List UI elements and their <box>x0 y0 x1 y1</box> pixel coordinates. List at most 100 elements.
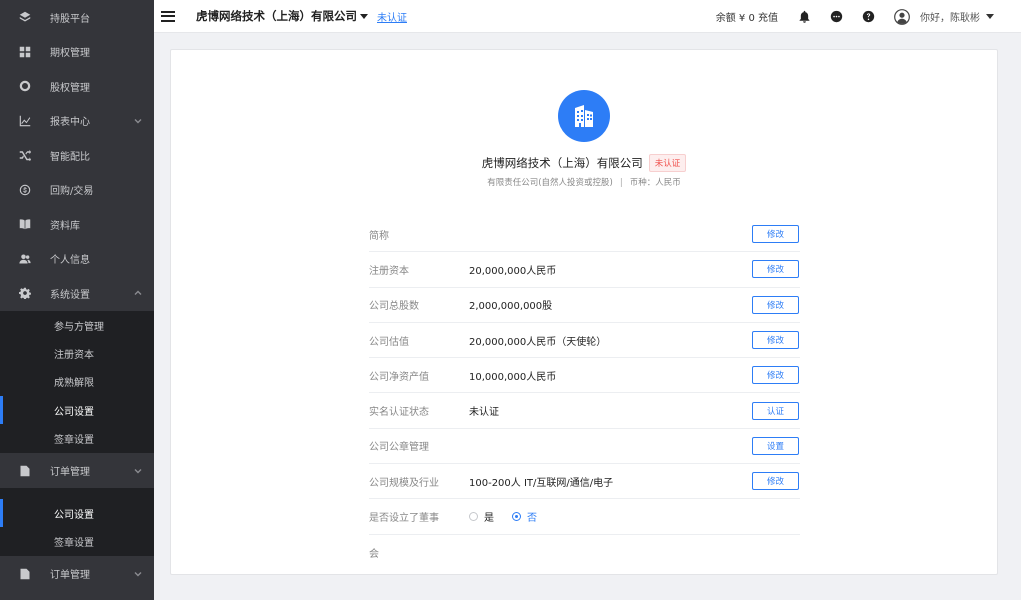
sidebar-item-orders[interactable]: 订单管理 <box>0 453 154 488</box>
users-icon <box>18 252 32 266</box>
submenu-item-vesting[interactable]: 成熟解限 <box>0 368 154 396</box>
submenu-item-registered-capital[interactable]: 注册资本 <box>0 340 154 368</box>
row-value: 20,000,000人民币（天使轮） <box>469 336 607 348</box>
help-icon[interactable] <box>862 10 875 23</box>
sidebar-item-reports[interactable]: 报表中心 <box>0 104 154 139</box>
row-label: 简称 <box>369 230 389 242</box>
row-scale-industry: 公司规模及行业 100-200人 IT/互联网/通信/电子 修改 <box>369 464 800 500</box>
row-label: 公司规模及行业 <box>369 477 439 489</box>
submenu-spacer <box>0 487 154 498</box>
row-short-name: 简称 修改 <box>369 217 800 253</box>
shuffle-icon <box>18 148 32 162</box>
radio-no-label[interactable]: 否 <box>527 509 537 524</box>
edit-registered-capital-button[interactable]: 修改 <box>752 260 799 279</box>
sidebar-item-label: 订单管理 <box>50 467 90 479</box>
orders-submenu: 公司设置 签章设置 <box>0 497 154 557</box>
edit-valuation-button[interactable]: 修改 <box>752 331 799 350</box>
row-label: 会 <box>369 548 379 560</box>
sidebar-item-equity[interactable]: 股权管理 <box>0 69 154 104</box>
row-value: 20,000,000人民币 <box>469 265 557 277</box>
row-seal-management: 公司公章管理 设置 <box>369 429 800 465</box>
chevron-down-icon <box>134 570 142 578</box>
balance-recharge[interactable]: 余额 ¥ 0 充值 <box>716 9 778 24</box>
chevron-up-icon <box>134 289 142 297</box>
submenu-item-company-settings[interactable]: 公司设置 <box>0 498 154 528</box>
sidebar-item-label: 股权管理 <box>50 82 90 94</box>
bell-icon[interactable] <box>798 10 811 23</box>
row-label: 公司估值 <box>369 336 409 348</box>
row-label: 实名认证状态 <box>369 407 429 419</box>
sidebar-item-label: 报表中心 <box>50 117 90 129</box>
sidebar-item-system-settings[interactable]: 系统设置 <box>0 276 154 311</box>
row-value: 未认证 <box>469 407 499 419</box>
company-switcher[interactable]: 虎博网络技术（上海）有限公司 <box>196 8 357 24</box>
row-net-assets: 公司净资产值 10,000,000人民币 修改 <box>369 358 800 394</box>
menu-icon[interactable] <box>161 10 175 22</box>
company-logo <box>558 90 610 142</box>
company-currency: 币种：人民币 <box>629 178 681 188</box>
meta-separator: | <box>619 178 623 188</box>
sidebar-item-label: 订单管理 <box>50 570 90 582</box>
submenu-item-company-settings[interactable]: 公司设置 <box>0 396 154 425</box>
radio-yes-label[interactable]: 是 <box>484 509 494 524</box>
top-bar: 虎博网络技术（上海）有限公司 未认证 余额 ¥ 0 充值 你好，陈耿彬 <box>154 0 1021 33</box>
sidebar-item-profile[interactable]: 个人信息 <box>0 242 154 277</box>
book-icon <box>18 217 32 231</box>
sidebar-item-orders-2[interactable]: 订单管理 <box>0 556 154 591</box>
verify-button[interactable]: 认证 <box>752 401 799 420</box>
building-icon <box>575 105 593 127</box>
document-icon <box>18 464 32 478</box>
caret-down-icon[interactable] <box>360 13 368 19</box>
radio-no[interactable] <box>512 512 521 522</box>
row-value: 100-200人 IT/互联网/通信/电子 <box>469 477 614 489</box>
sidebar-item-options[interactable]: 期权管理 <box>0 35 154 70</box>
user-greeting[interactable]: 你好，陈耿彬 <box>920 9 980 24</box>
sidebar-item-label: 持股平台 <box>50 13 90 25</box>
edit-scale-industry-button[interactable]: 修改 <box>752 472 799 491</box>
radio-yes[interactable] <box>469 512 478 522</box>
sidebar-item-label: 系统设置 <box>50 289 90 301</box>
sidebar-item-library[interactable]: 资料库 <box>0 207 154 242</box>
coin-icon <box>18 183 32 197</box>
row-valuation: 公司估值 20,000,000人民币（天使轮） 修改 <box>369 323 800 359</box>
company-name-row: 虎博网络技术（上海）有限公司 未认证 <box>171 154 997 172</box>
row-label: 注册资本 <box>369 265 409 277</box>
grid-icon <box>18 45 32 59</box>
company-meta: 有限责任公司(自然人投资或控股) | 币种：人民币 <box>171 176 997 188</box>
company-type: 有限责任公司(自然人投资或控股) <box>487 178 613 188</box>
submenu-item-signature-settings[interactable]: 签章设置 <box>0 424 154 452</box>
sidebar: 持股平台 期权管理 股权管理 报表中心 智能配比 回购/交易 资料库 个人信息 … <box>0 0 154 600</box>
sidebar-item-label: 回购/交易 <box>50 186 94 198</box>
row-registered-capital: 注册资本 20,000,000人民币 修改 <box>369 252 800 288</box>
sidebar-item-label: 智能配比 <box>50 151 90 163</box>
submenu-item-signature-settings[interactable]: 签章设置 <box>0 527 154 555</box>
submenu-item-participants[interactable]: 参与方管理 <box>0 312 154 340</box>
sidebar-item-label: 期权管理 <box>50 48 90 60</box>
layers-icon <box>18 10 32 24</box>
edit-net-assets-button[interactable]: 修改 <box>752 366 799 385</box>
row-total-shares: 公司总股数 2,000,000,000股 修改 <box>369 288 800 323</box>
sidebar-item-buyback[interactable]: 回购/交易 <box>0 173 154 208</box>
edit-total-shares-button[interactable]: 修改 <box>752 295 799 314</box>
gear-icon <box>18 286 32 300</box>
row-label: 公司总股数 <box>369 301 419 313</box>
top-right-group: 余额 ¥ 0 充值 你好，陈耿彬 <box>716 0 1021 33</box>
user-menu-caret-icon[interactable] <box>986 14 994 19</box>
row-value: 10,000,000人民币 <box>469 371 557 383</box>
row-board-of-directors: 是否设立了董事 是 否 <box>369 499 800 535</box>
seal-settings-button[interactable]: 设置 <box>752 436 799 455</box>
chevron-down-icon <box>134 467 142 475</box>
sidebar-item-smart-ratio[interactable]: 智能配比 <box>0 138 154 173</box>
document-icon <box>18 567 32 581</box>
sidebar-item-holding-platform[interactable]: 持股平台 <box>0 0 154 35</box>
edit-short-name-button[interactable]: 修改 <box>752 225 799 244</box>
chat-icon[interactable] <box>830 10 843 23</box>
company-name: 虎博网络技术（上海）有限公司 <box>481 156 643 170</box>
row-value: 2,000,000,000股 <box>469 301 553 313</box>
avatar[interactable] <box>894 8 910 25</box>
verify-link[interactable]: 未认证 <box>377 9 407 24</box>
row-label: 公司公章管理 <box>369 442 429 454</box>
chart-line-icon <box>18 114 32 128</box>
row-label: 公司净资产值 <box>369 371 429 383</box>
chevron-down-icon <box>134 117 142 125</box>
